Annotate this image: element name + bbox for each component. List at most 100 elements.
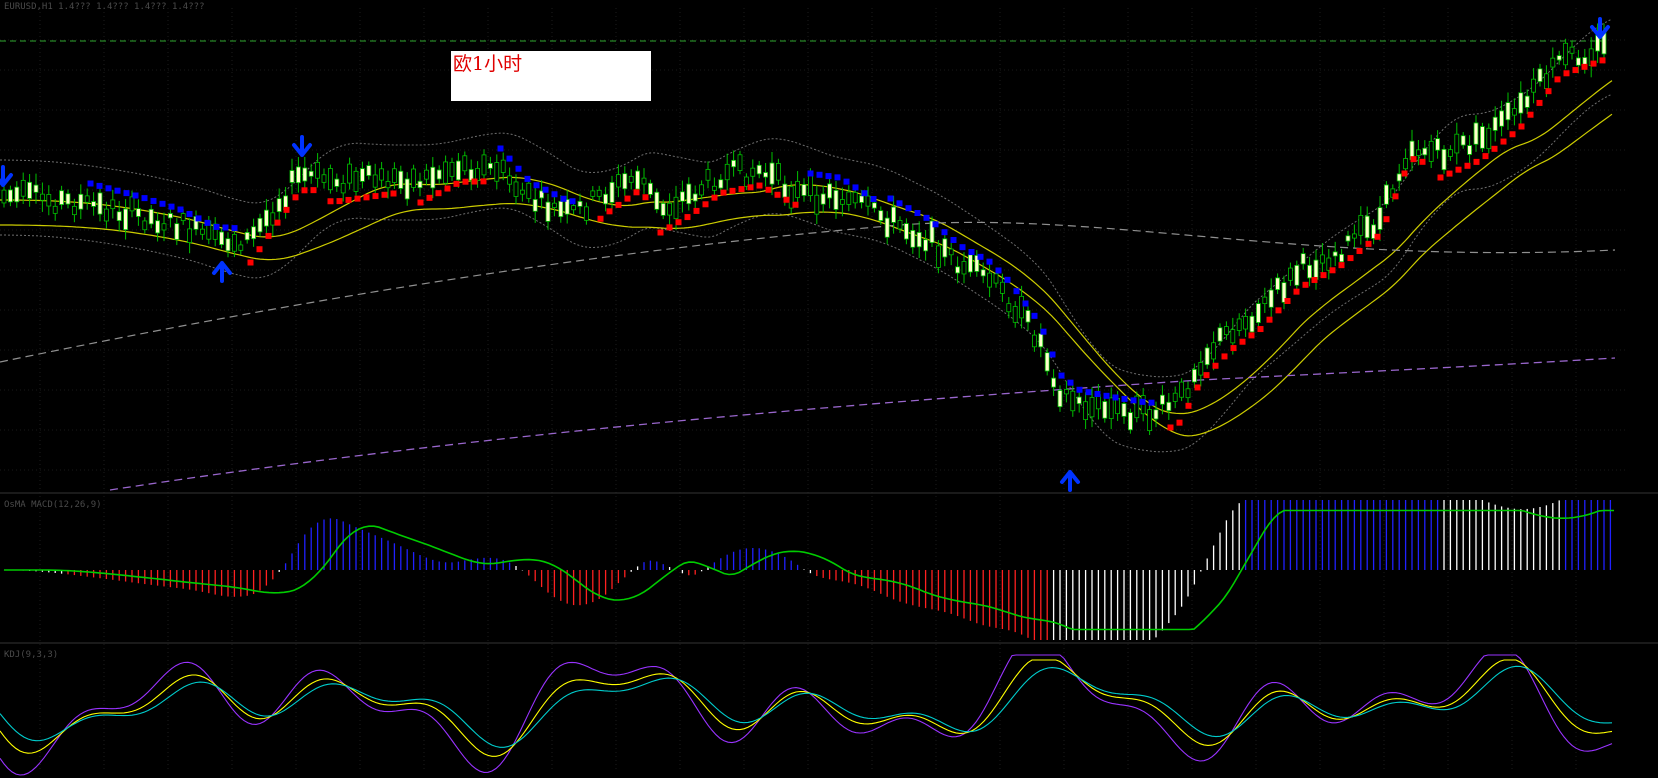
candle-body [161,223,167,231]
candle-body [1128,412,1133,431]
sar-dot [597,215,604,222]
sar-dot [141,195,148,202]
candle-body [1576,57,1581,66]
sar-dot [132,192,139,199]
candle-body [135,208,141,217]
candle-body [411,168,417,188]
candle-body [1403,158,1408,170]
candle-body [776,163,781,181]
sar-dot [747,184,754,191]
candle-body [20,179,26,197]
candle-body [756,164,762,175]
sar-dot [1464,162,1471,169]
candle-body [705,168,711,181]
sar-dot [792,201,799,208]
candle-body [590,190,596,197]
sar-dot [905,205,912,212]
sar-dot [283,206,290,213]
candle-body [1364,215,1370,239]
candle-body [443,161,449,184]
sar-dot [1266,316,1273,323]
sar-dot [204,219,211,226]
candle-body [763,172,768,178]
candle-body [1102,401,1108,419]
candle-body [1000,281,1005,294]
sar-dot [213,223,220,230]
sar-dot [1356,247,1363,254]
sar-dot [1302,281,1309,288]
sar-dot [159,200,166,207]
sar-dot [1031,312,1038,319]
candle-body [1243,316,1248,330]
chart-title: 欧1小时 [453,53,523,75]
candlesticks [1,23,1607,436]
candle-body [737,154,743,171]
candle-body [1313,259,1319,280]
candle-body [40,193,45,201]
sar-dot [1230,345,1237,352]
candle-body [417,180,423,189]
sar-dot [168,203,175,210]
sar-dot [310,187,317,194]
sar-dot [417,199,424,206]
candle-body [1089,396,1095,418]
trading-chart [0,8,1658,776]
candle-body [987,272,992,288]
sar-dot [150,197,157,204]
candle-body [520,189,525,195]
sar-dot [1293,288,1300,295]
candle-body [616,174,621,188]
candle-body [596,189,602,197]
sar-dot [1437,174,1444,181]
candle-body [1268,289,1274,308]
sar-dot [995,267,1002,274]
candle-body [820,193,826,205]
candle-body [1480,126,1485,149]
sar-dot [624,195,631,202]
sar-dot [1329,267,1336,274]
candle-body [263,209,269,227]
candle-body [78,193,84,210]
candle-body [961,261,967,275]
sar-dot [435,190,442,197]
sar-dot [1581,63,1588,70]
candle-body [1339,253,1344,263]
sar-dot [693,207,700,214]
sar-dot [923,214,930,221]
candle-body [52,205,58,214]
sar-dot [1194,384,1201,391]
sar-dot [1221,353,1228,360]
candle-body [1198,362,1204,376]
candle-body [814,194,820,215]
candle-body [142,220,148,231]
sar-dot [1563,70,1570,77]
sar-dot [774,191,781,198]
candle-body [481,154,487,176]
candle-body [155,220,161,234]
candle-body [692,193,698,202]
candle-body [731,159,736,168]
candle-body [487,162,493,169]
candle-body [91,201,96,207]
candle-body [1236,318,1242,331]
candle-body [340,183,346,194]
candle-body [1179,381,1184,398]
sar-dot [615,201,622,208]
sar-dot [1103,392,1110,399]
stoch-fast-line [0,654,1613,776]
candle-body [327,168,333,191]
sar-dot [274,219,281,226]
candle-body [1172,392,1178,402]
sar-dot [542,186,549,193]
sar-dot [354,195,361,202]
candle-body [571,205,576,211]
sar-dot [1572,67,1579,74]
candle-body [641,177,647,185]
sar-dot [471,178,478,185]
sar-dot [1383,216,1390,223]
candle-body [635,170,640,190]
sar-dot [852,184,859,191]
sar-dot [1455,166,1462,173]
candle-body [1076,396,1082,405]
candle-body [827,183,832,199]
